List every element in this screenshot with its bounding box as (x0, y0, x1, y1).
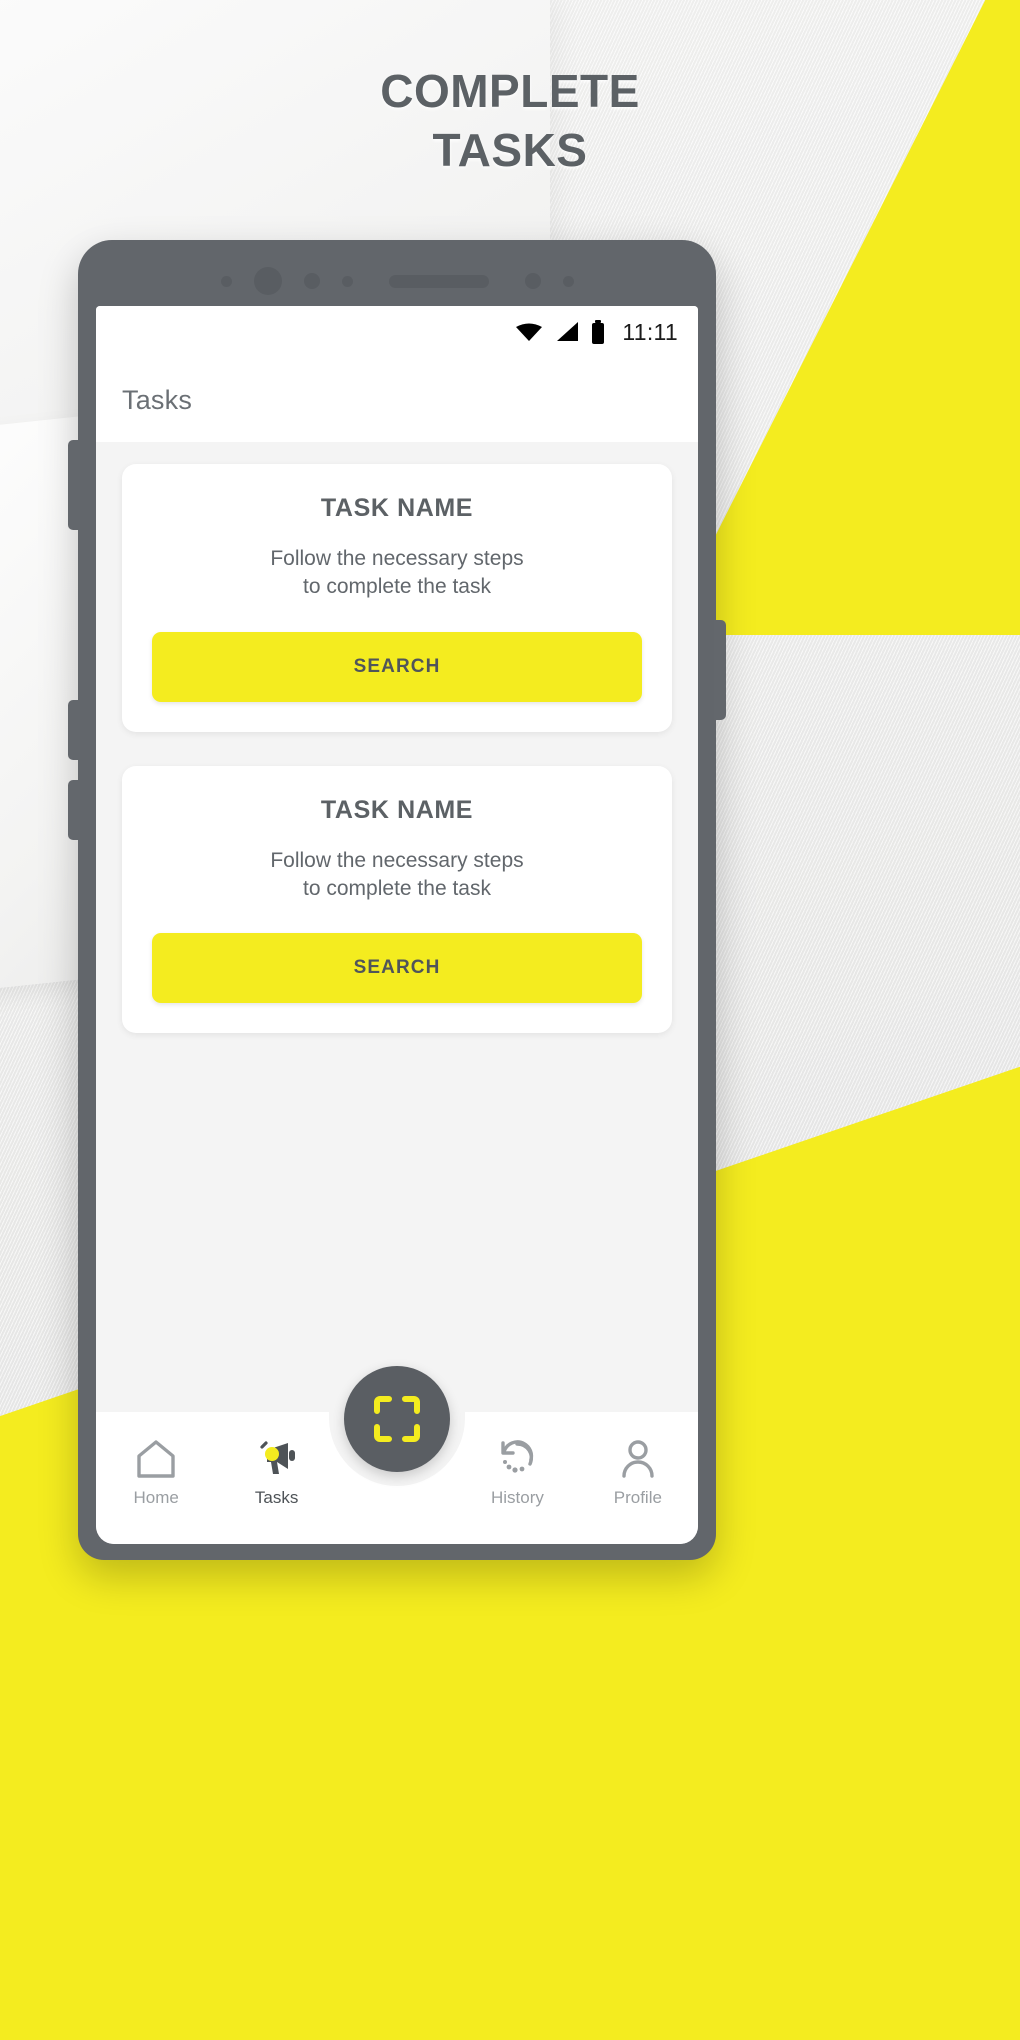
sensor-dot-icon (562, 275, 574, 287)
nav-item-home[interactable]: Home (96, 1438, 216, 1508)
nav-item-history[interactable]: History (457, 1438, 577, 1508)
sensor-dot-icon (524, 273, 541, 289)
task-card-description: Follow the necessary steps to complete t… (270, 547, 524, 599)
phone-sensor-row (78, 264, 716, 298)
page-title-line-2: TASKS (432, 123, 588, 176)
task-card[interactable]: TASK NAME Follow the necessary steps to … (122, 765, 672, 1034)
bottom-navigation: Home Tasks History Profile (96, 1366, 698, 1544)
nav-item-tasks[interactable]: Tasks (216, 1438, 336, 1508)
phone-button-left-top[interactable] (68, 440, 80, 530)
megaphone-icon (260, 1441, 295, 1474)
phone-button-volume-up[interactable] (68, 700, 80, 760)
nav-label-tasks: Tasks (254, 1488, 299, 1507)
task-list: TASK NAME Follow the necessary steps to … (96, 442, 698, 1412)
home-icon (137, 1440, 175, 1478)
page-title-line-1: COMPLETE (380, 65, 640, 117)
scan-icon (374, 1396, 420, 1442)
task-card-title: TASK NAME (320, 795, 474, 824)
front-camera-icon (253, 267, 282, 295)
nav-label-home: Home (133, 1488, 179, 1507)
history-icon (501, 1440, 534, 1473)
sensor-dot-icon (303, 273, 320, 289)
scan-fab-button[interactable] (344, 1366, 450, 1472)
phone-mockup: 11:11 Tasks TASK NAME Follow the necessa… (68, 240, 726, 1560)
phone-button-power[interactable] (714, 620, 726, 720)
person-icon (622, 1440, 654, 1478)
nav-label-profile: Profile (613, 1488, 662, 1507)
sensor-dot-icon (341, 275, 353, 287)
task-card-title: TASK NAME (320, 494, 474, 522)
sensor-dot-icon (220, 275, 232, 287)
earpiece-speaker-icon (388, 274, 489, 288)
status-bar-time: 11:11 (622, 318, 678, 345)
battery-icon (592, 320, 605, 344)
wifi-icon (516, 323, 543, 341)
nav-label-history: History (490, 1488, 544, 1507)
phone-screen: 11:11 Tasks TASK NAME Follow the necessa… (96, 306, 698, 1544)
search-button[interactable]: SEARCH (152, 631, 642, 702)
page-title: COMPLETE TASKS (0, 62, 1020, 180)
app-bar-title: Tasks (122, 384, 193, 415)
signal-icon (557, 322, 579, 341)
phone-button-volume-down[interactable] (68, 780, 80, 840)
nav-item-profile[interactable]: Profile (578, 1438, 698, 1508)
status-bar: 11:11 (96, 306, 698, 358)
task-card[interactable]: TASK NAME Follow the necessary steps to … (122, 464, 672, 732)
app-bar: Tasks (96, 358, 698, 442)
task-card-description: Follow the necessary steps to complete t… (270, 848, 524, 901)
search-button[interactable]: SEARCH (152, 933, 642, 1004)
